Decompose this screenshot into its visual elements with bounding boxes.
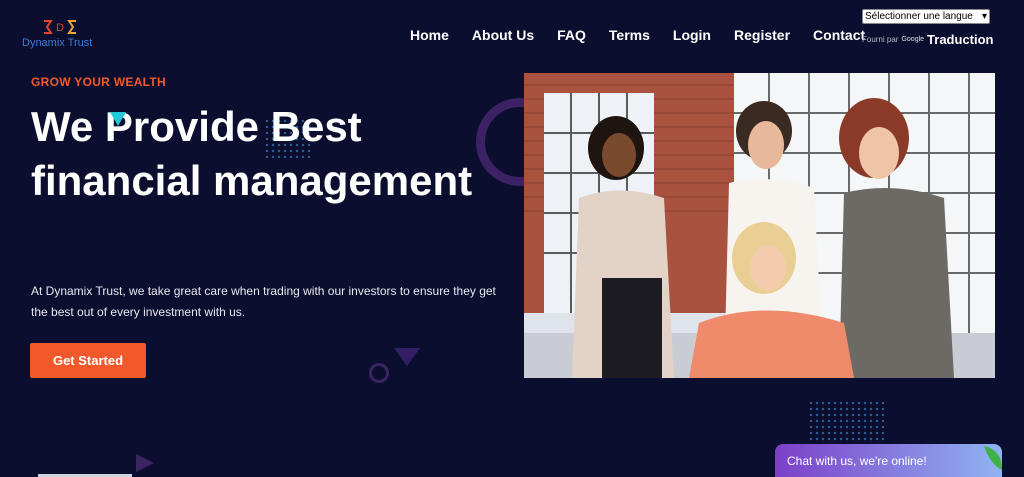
nav-register[interactable]: Register	[734, 27, 790, 43]
decor-cyan-triangle	[110, 112, 126, 126]
language-select-value: Sélectionner une langue	[865, 11, 973, 22]
chat-widget[interactable]: Chat with us, we're online!	[775, 444, 1002, 477]
hero-image	[524, 73, 995, 378]
nav-faq[interactable]: FAQ	[557, 27, 586, 43]
chat-label: Chat with us, we're online!	[787, 453, 927, 468]
chevron-down-icon: ▾	[981, 11, 987, 22]
hero-eyebrow: GROW YOUR WEALTH	[31, 75, 167, 89]
nav-contact[interactable]: Contact	[813, 27, 865, 43]
logo-letter: D	[56, 22, 64, 34]
decor-triangle	[394, 348, 420, 366]
google-logo: Google	[901, 36, 925, 43]
decor-small-ring	[369, 363, 389, 383]
hero-description: At Dynamix Trust, we take great care whe…	[31, 284, 496, 319]
logo[interactable]: D Dynamix Trust	[22, 16, 112, 56]
hero-headline: We Provide Best financial management	[31, 103, 473, 204]
translate-widget: Sélectionner une langue ▾ Fourni par Goo…	[862, 9, 994, 47]
decor-arrow	[136, 454, 154, 472]
language-select[interactable]: Sélectionner une langue ▾	[862, 9, 990, 24]
chat-leaf-icon	[984, 446, 1002, 470]
nav-home[interactable]: Home	[410, 27, 449, 43]
powered-by-label: Fourni par	[862, 35, 899, 44]
main-nav: Home About Us FAQ Terms Login Register C…	[410, 27, 888, 43]
translate-link[interactable]: Traduction	[927, 32, 993, 47]
logo-text: Dynamix Trust	[22, 37, 93, 49]
decor-dots	[808, 400, 884, 442]
team-photo	[524, 73, 995, 378]
nav-about-us[interactable]: About Us	[472, 27, 534, 43]
nav-terms[interactable]: Terms	[609, 27, 650, 43]
powered-by: Fourni par Google Traduction	[862, 32, 994, 47]
get-started-button[interactable]: Get Started	[30, 343, 146, 378]
nav-login[interactable]: Login	[673, 27, 711, 43]
logo-icon: D	[44, 20, 76, 34]
